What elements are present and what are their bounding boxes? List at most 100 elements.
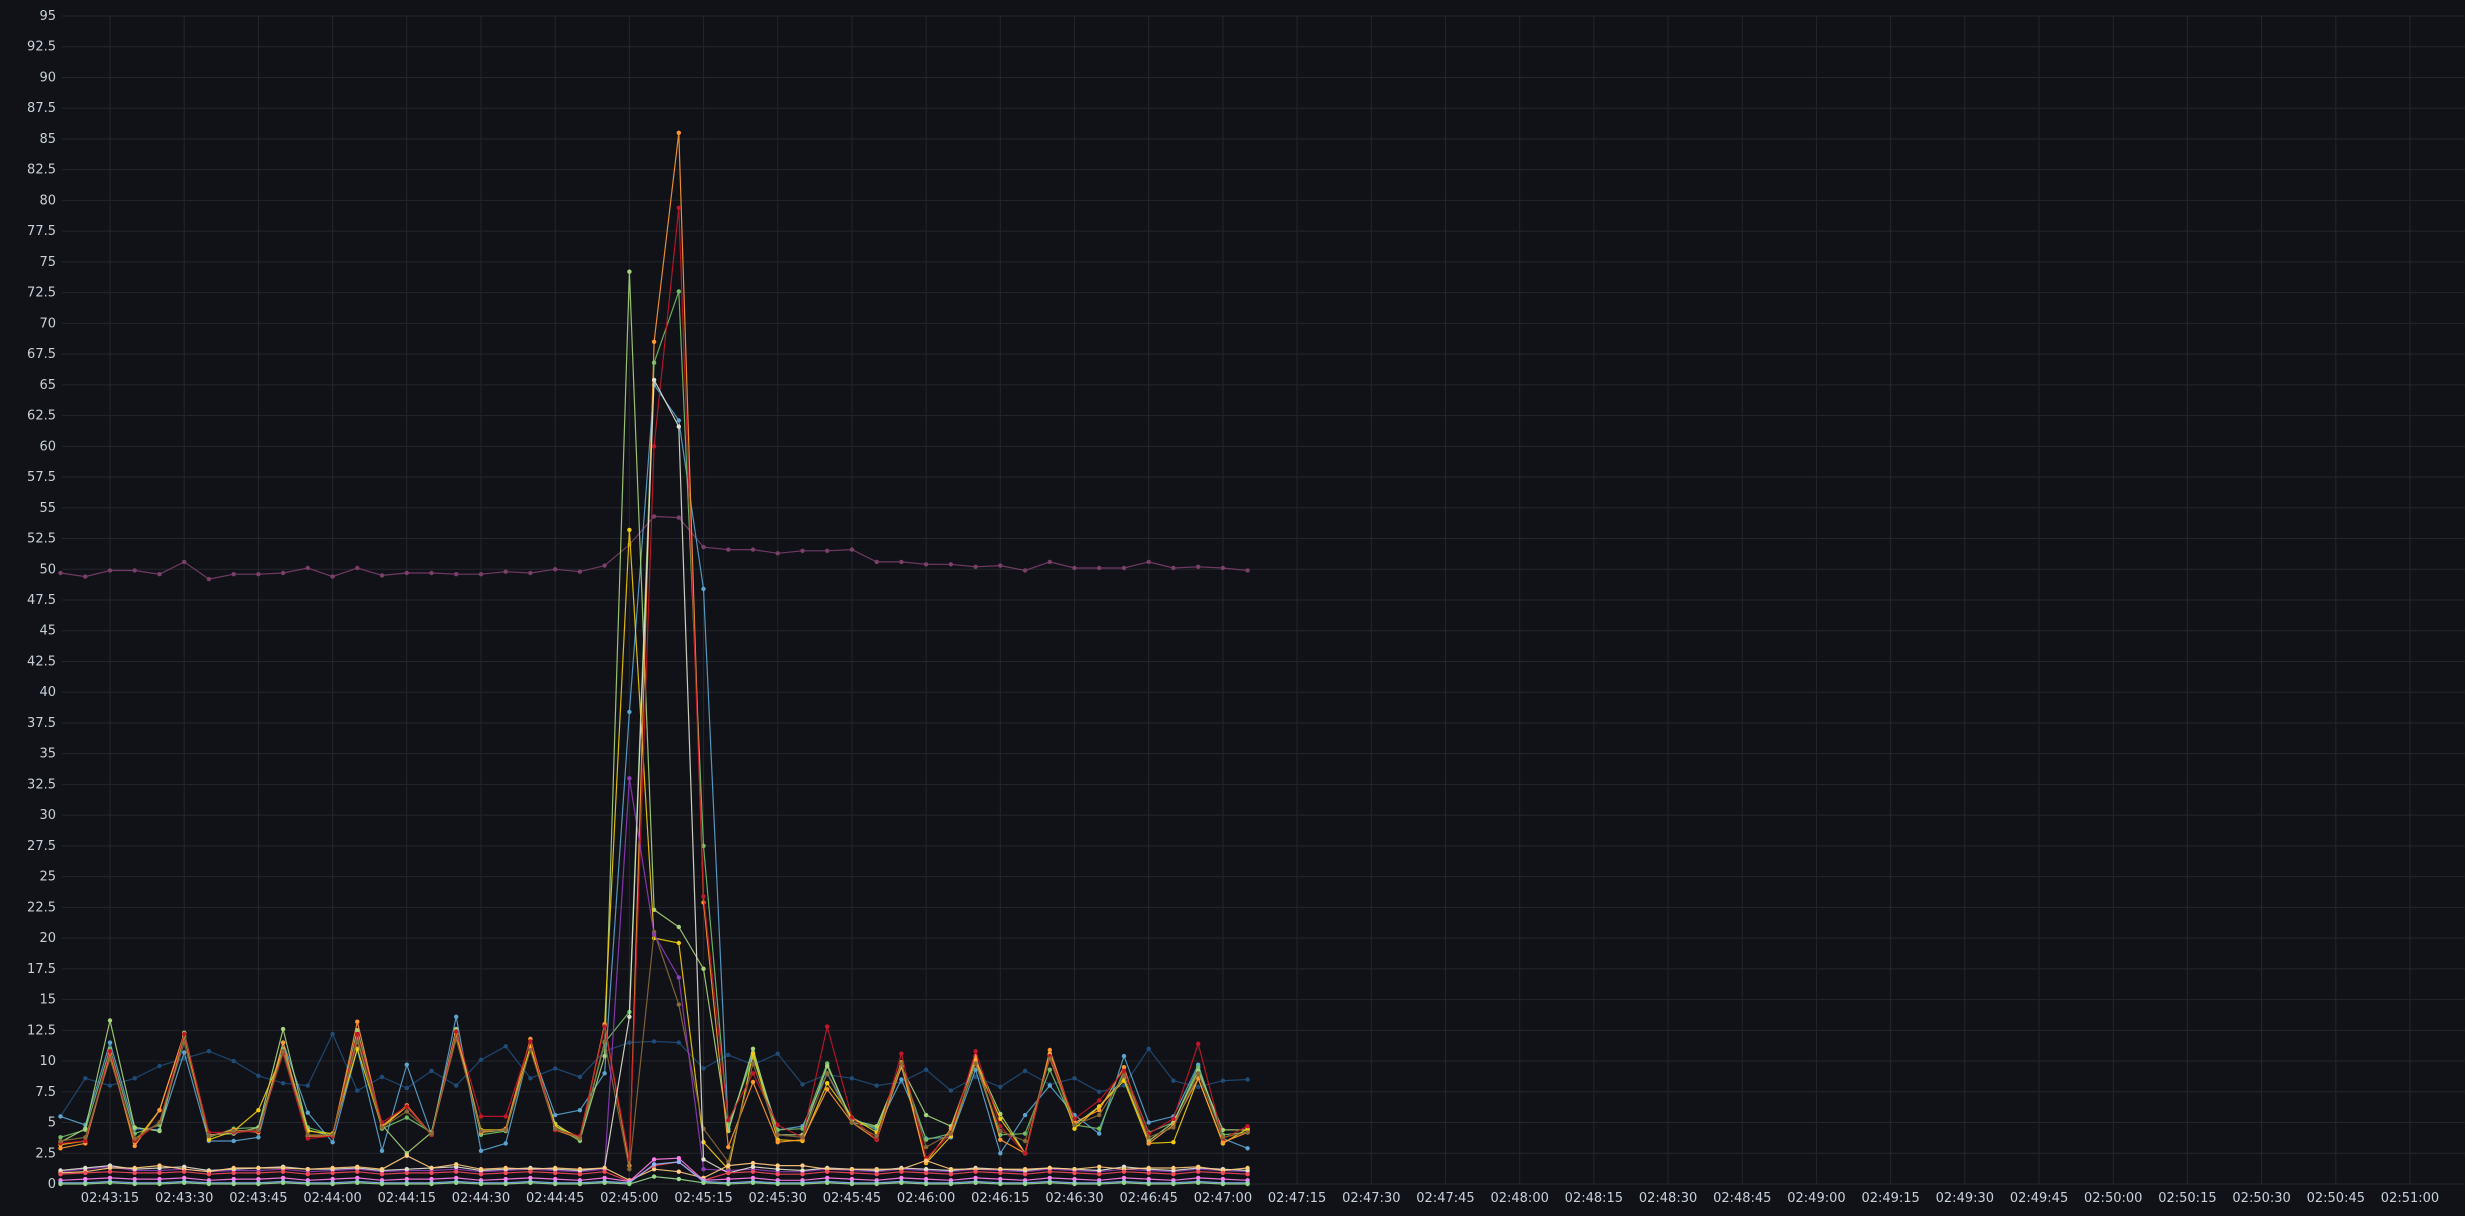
data-point[interactable] bbox=[825, 1063, 830, 1069]
data-point[interactable] bbox=[1146, 1120, 1151, 1125]
data-point[interactable] bbox=[280, 570, 286, 576]
data-point[interactable] bbox=[923, 1067, 929, 1072]
data-point[interactable] bbox=[1022, 1112, 1028, 1118]
data-point[interactable] bbox=[58, 1146, 63, 1151]
data-point[interactable] bbox=[206, 1133, 212, 1139]
data-point[interactable] bbox=[528, 1039, 533, 1044]
data-point[interactable] bbox=[923, 1158, 929, 1163]
data-point[interactable] bbox=[676, 205, 681, 210]
data-point[interactable] bbox=[379, 1074, 385, 1080]
data-point[interactable] bbox=[478, 1114, 484, 1119]
data-point[interactable] bbox=[973, 1180, 978, 1186]
data-point[interactable] bbox=[132, 1136, 137, 1141]
data-point[interactable] bbox=[83, 574, 88, 579]
data-point[interactable] bbox=[231, 1165, 236, 1171]
data-point[interactable] bbox=[404, 1115, 409, 1120]
data-point[interactable] bbox=[701, 544, 706, 550]
data-point[interactable] bbox=[651, 932, 657, 937]
data-point[interactable] bbox=[948, 1131, 954, 1136]
data-point[interactable] bbox=[899, 1077, 904, 1082]
data-point[interactable] bbox=[726, 1144, 731, 1150]
data-point[interactable] bbox=[503, 569, 508, 574]
data-point[interactable] bbox=[404, 1153, 409, 1158]
data-point[interactable] bbox=[330, 574, 335, 579]
data-point[interactable] bbox=[998, 1181, 1003, 1187]
data-point[interactable] bbox=[577, 569, 583, 574]
data-point[interactable] bbox=[750, 1160, 756, 1166]
data-point[interactable] bbox=[553, 1181, 558, 1187]
data-point[interactable] bbox=[1146, 1135, 1151, 1140]
data-point[interactable] bbox=[132, 1181, 137, 1187]
data-point[interactable] bbox=[355, 1039, 360, 1044]
data-point[interactable] bbox=[280, 1180, 286, 1186]
data-point[interactable] bbox=[503, 1114, 508, 1119]
data-point[interactable] bbox=[1171, 1125, 1176, 1130]
data-point[interactable] bbox=[849, 1170, 855, 1176]
data-point[interactable] bbox=[998, 1128, 1003, 1134]
data-point[interactable] bbox=[379, 1148, 385, 1154]
data-point[interactable] bbox=[1072, 1170, 1077, 1176]
data-point[interactable] bbox=[1171, 1140, 1176, 1145]
data-point[interactable] bbox=[577, 1074, 583, 1080]
data-point[interactable] bbox=[231, 1181, 236, 1187]
data-point[interactable] bbox=[305, 1181, 310, 1187]
data-point[interactable] bbox=[355, 1031, 360, 1037]
data-point[interactable] bbox=[1022, 1181, 1028, 1187]
data-point[interactable] bbox=[478, 1148, 484, 1154]
data-point[interactable] bbox=[750, 1180, 756, 1186]
data-point[interactable] bbox=[305, 1172, 310, 1177]
data-point[interactable] bbox=[454, 1014, 459, 1019]
data-point[interactable] bbox=[651, 339, 657, 344]
data-point[interactable] bbox=[1121, 1073, 1127, 1079]
data-point[interactable] bbox=[676, 940, 681, 946]
data-point[interactable] bbox=[676, 1002, 681, 1007]
data-point[interactable] bbox=[330, 1165, 335, 1171]
data-point[interactable] bbox=[1196, 564, 1201, 569]
data-point[interactable] bbox=[1121, 1169, 1127, 1174]
data-point[interactable] bbox=[83, 1181, 88, 1187]
data-point[interactable] bbox=[1072, 1181, 1077, 1187]
data-point[interactable] bbox=[1220, 565, 1226, 571]
data-point[interactable] bbox=[577, 1172, 583, 1177]
data-point[interactable] bbox=[355, 1169, 360, 1174]
data-point[interactable] bbox=[1220, 1078, 1226, 1083]
data-point[interactable] bbox=[973, 1169, 978, 1174]
data-point[interactable] bbox=[577, 1108, 583, 1113]
data-point[interactable] bbox=[701, 894, 706, 899]
data-point[interactable] bbox=[701, 1157, 706, 1162]
data-point[interactable] bbox=[899, 1180, 904, 1186]
data-point[interactable] bbox=[1171, 1181, 1176, 1187]
data-point[interactable] bbox=[973, 564, 978, 569]
data-point[interactable] bbox=[330, 1170, 335, 1176]
data-point[interactable] bbox=[157, 1120, 162, 1125]
data-point[interactable] bbox=[503, 1181, 508, 1187]
data-point[interactable] bbox=[107, 1169, 113, 1174]
data-point[interactable] bbox=[280, 1049, 286, 1054]
data-point[interactable] bbox=[182, 1169, 187, 1174]
data-point[interactable] bbox=[182, 1050, 187, 1055]
data-point[interactable] bbox=[404, 570, 409, 576]
data-point[interactable] bbox=[429, 1170, 434, 1176]
data-point[interactable] bbox=[58, 1138, 63, 1144]
data-point[interactable] bbox=[305, 1083, 310, 1088]
data-point[interactable] bbox=[553, 1126, 558, 1131]
data-point[interactable] bbox=[1097, 1126, 1102, 1131]
data-point[interactable] bbox=[825, 548, 830, 553]
data-point[interactable] bbox=[355, 1088, 360, 1093]
data-point[interactable] bbox=[849, 1181, 855, 1187]
data-point[interactable] bbox=[825, 1087, 830, 1092]
data-point[interactable] bbox=[577, 1136, 583, 1141]
data-point[interactable] bbox=[998, 563, 1003, 568]
data-point[interactable] bbox=[825, 1024, 830, 1029]
data-point[interactable] bbox=[923, 1112, 929, 1118]
data-point[interactable] bbox=[1121, 1180, 1127, 1186]
data-point[interactable] bbox=[305, 565, 310, 571]
data-point[interactable] bbox=[602, 1039, 607, 1044]
data-point[interactable] bbox=[602, 1169, 607, 1174]
data-point[interactable] bbox=[899, 1169, 904, 1174]
data-point[interactable] bbox=[107, 568, 113, 573]
data-point[interactable] bbox=[701, 966, 706, 971]
data-point[interactable] bbox=[355, 1164, 360, 1170]
data-point[interactable] bbox=[651, 377, 657, 383]
data-point[interactable] bbox=[750, 1051, 756, 1056]
